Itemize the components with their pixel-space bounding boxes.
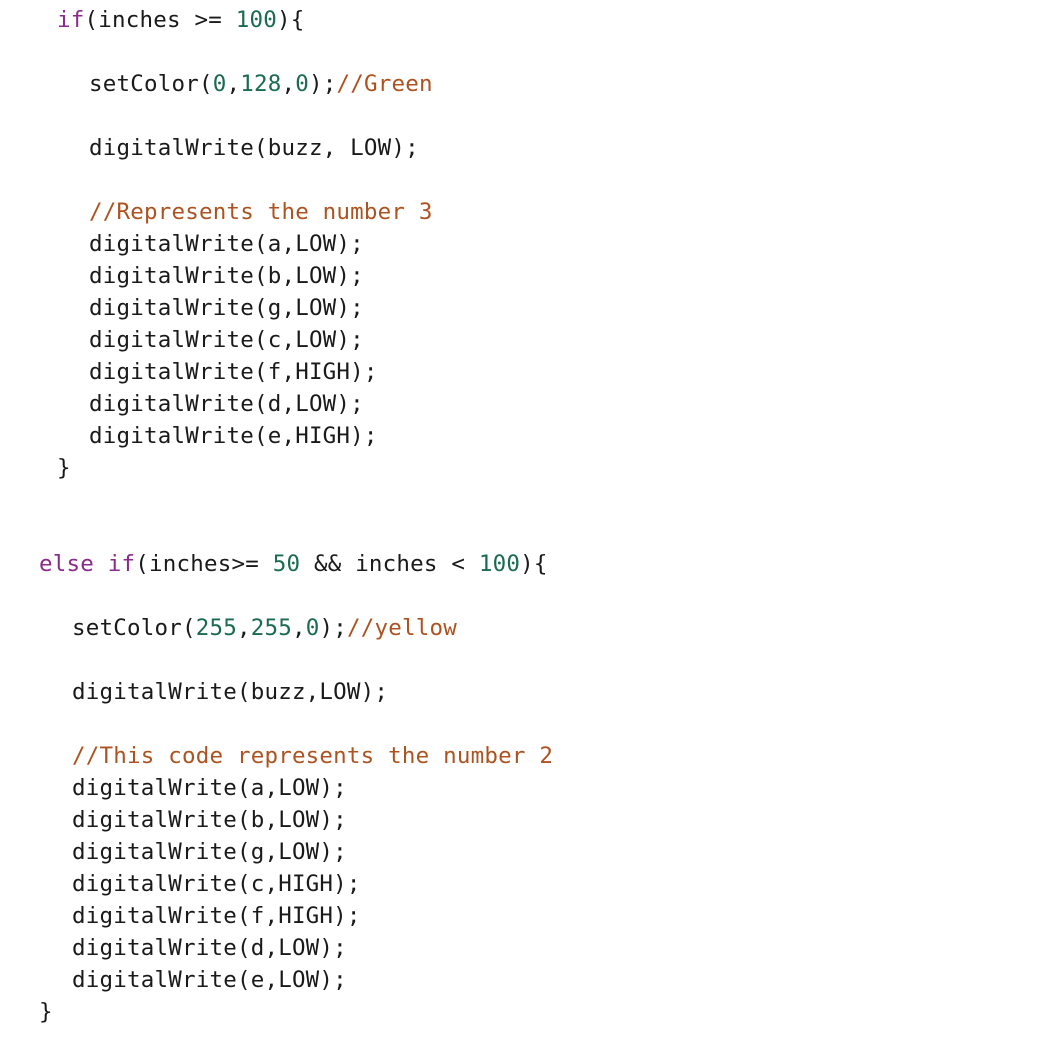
token-plain: digitalWrite(d,LOW); — [72, 935, 347, 961]
line-e-low-2: digitalWrite(e,LOW); — [0, 964, 1040, 996]
line-buzz-low-1: digitalWrite(buzz, LOW); — [0, 132, 1040, 164]
token-plain: ){ — [276, 7, 305, 33]
line-a-low-1: digitalWrite(a,LOW); — [0, 228, 1040, 260]
line-d-low-2: digitalWrite(d,LOW); — [0, 932, 1040, 964]
token-number: 255 — [195, 615, 237, 641]
token-plain: digitalWrite(d,LOW); — [89, 391, 364, 417]
line-close-brace-1: } — [0, 452, 1040, 484]
token-plain: digitalWrite(buzz,LOW); — [72, 679, 389, 705]
line-f-high-1: digitalWrite(f,HIGH); — [0, 356, 1040, 388]
token-comment: //yellow — [346, 615, 457, 641]
token-plain: digitalWrite(f,HIGH); — [72, 903, 361, 929]
token-plain: setColor( — [72, 615, 196, 641]
line-c-high-2: digitalWrite(c,HIGH); — [0, 868, 1040, 900]
token-plain: digitalWrite(e,LOW); — [72, 967, 347, 993]
line-buzz-low-2: digitalWrite(buzz,LOW); — [0, 676, 1040, 708]
token-plain: , — [281, 71, 296, 97]
token-plain: , — [226, 71, 241, 97]
line-g-low-1: digitalWrite(g,LOW); — [0, 292, 1040, 324]
token-plain: setColor( — [89, 71, 213, 97]
token-number: 100 — [235, 7, 277, 33]
token-plain: } — [39, 999, 53, 1025]
token-number: 0 — [295, 71, 309, 97]
token-plain: digitalWrite(c,LOW); — [89, 327, 364, 353]
token-comment: //This code represents the number 2 — [72, 743, 554, 769]
token-plain: digitalWrite(a,LOW); — [89, 231, 364, 257]
token-plain: , — [291, 615, 306, 641]
token-number: 100 — [478, 551, 521, 577]
line-d-low-1: digitalWrite(d,LOW); — [0, 388, 1040, 420]
line-setcolor-green: setColor(0,128,0);//Green — [0, 68, 1040, 100]
code-listing[interactable]: if(inches >= 100){setColor(0,128,0);//Gr… — [0, 0, 1040, 1044]
line-b-low-2: digitalWrite(b,LOW); — [0, 804, 1040, 836]
token-comment: //Represents the number 3 — [89, 199, 433, 225]
token-plain: } — [57, 455, 71, 481]
token-plain: digitalWrite(c,HIGH); — [72, 871, 361, 897]
token-comment: //Green — [336, 71, 433, 97]
token-number: 255 — [250, 615, 292, 641]
token-plain: (inches>= — [135, 551, 273, 577]
line-b-low-1: digitalWrite(b,LOW); — [0, 260, 1040, 292]
token-plain: ); — [308, 71, 337, 97]
token-plain: digitalWrite(buzz, LOW); — [89, 135, 419, 161]
token-keyword: else if — [39, 551, 136, 577]
line-close-brace-2: } — [0, 996, 1040, 1028]
token-plain: digitalWrite(b,LOW); — [89, 263, 364, 289]
line-c-low-1: digitalWrite(c,LOW); — [0, 324, 1040, 356]
line-e-high-1: digitalWrite(e,HIGH); — [0, 420, 1040, 452]
line-comment-number-3: //Represents the number 3 — [0, 196, 1040, 228]
token-plain: digitalWrite(b,LOW); — [72, 807, 347, 833]
token-plain: , — [236, 615, 251, 641]
token-plain: digitalWrite(f,HIGH); — [89, 359, 378, 385]
line-f-high-2: digitalWrite(f,HIGH); — [0, 900, 1040, 932]
line-comment-number-2: //This code represents the number 2 — [0, 740, 1040, 772]
token-plain: ){ — [520, 551, 548, 577]
token-number: 128 — [240, 71, 282, 97]
token-plain: digitalWrite(g,LOW); — [72, 839, 347, 865]
token-plain: (inches >= — [84, 7, 236, 33]
token-keyword: if — [57, 7, 85, 33]
token-plain: digitalWrite(g,LOW); — [89, 295, 364, 321]
line-else-if-inches-50-100: else if(inches>= 50 && inches < 100){ — [0, 548, 1040, 580]
token-number: 0 — [305, 615, 320, 641]
token-plain: && inches < — [300, 551, 479, 577]
token-plain: ); — [319, 615, 347, 641]
token-plain: digitalWrite(e,HIGH); — [89, 423, 378, 449]
line-setcolor-yellow: setColor(255,255,0);//yellow — [0, 612, 1040, 644]
token-plain: digitalWrite(a,LOW); — [72, 775, 347, 801]
token-number: 0 — [212, 71, 227, 97]
token-number: 50 — [272, 551, 301, 577]
line-if-inches-ge-100: if(inches >= 100){ — [0, 4, 1040, 36]
line-a-low-2: digitalWrite(a,LOW); — [0, 772, 1040, 804]
line-g-low-2: digitalWrite(g,LOW); — [0, 836, 1040, 868]
